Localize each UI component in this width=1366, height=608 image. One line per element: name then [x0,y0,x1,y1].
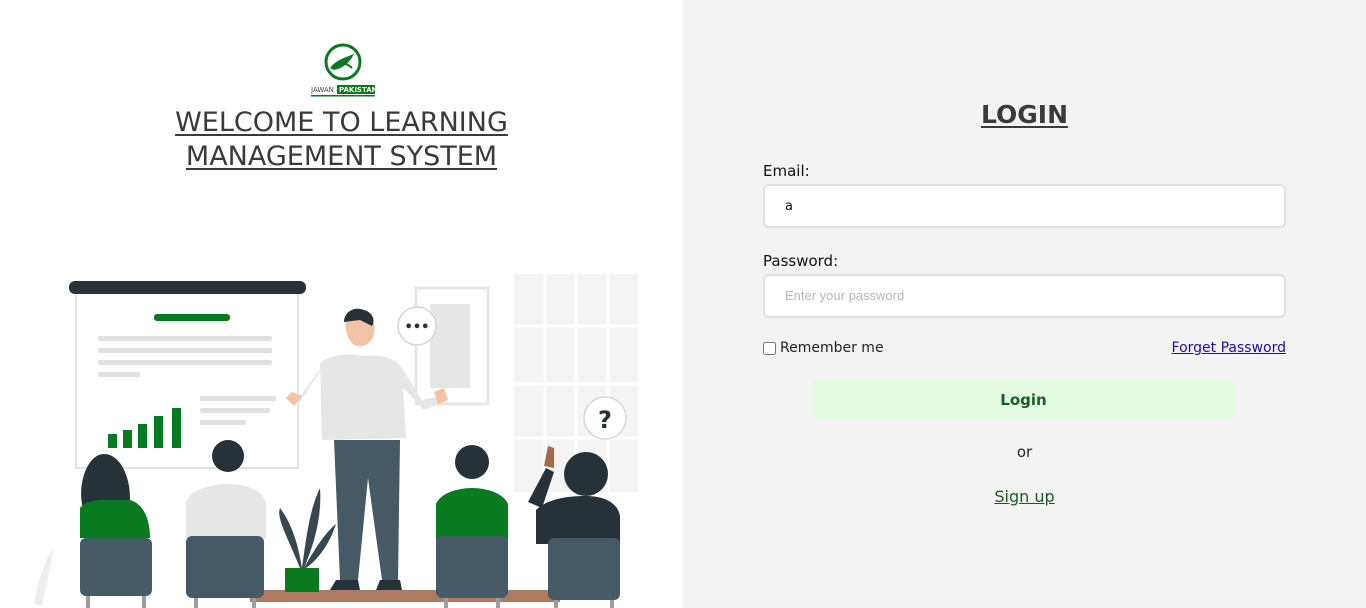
plant [279,488,336,592]
logo-text-right: PAKISTAN [339,86,378,94]
welcome-title: WELCOME TO LEARNING MANAGEMENT SYSTEM [0,106,683,174]
audience-member-3 [436,445,508,608]
login-panel: LOGIN Email: Password: Remember me Forge… [683,0,1366,608]
password-input[interactable] [763,274,1286,318]
login-title: LOGIN [980,100,1069,129]
question-bubble: ? [583,396,627,440]
signup-link-container: Sign up [683,487,1366,506]
welcome-title-line1: WELCOME TO LEARNING [175,107,508,138]
login-button[interactable]: Login [813,380,1234,420]
remember-me: Remember me [763,340,884,356]
remember-me-label[interactable]: Remember me [780,340,884,356]
or-separator: or [1016,443,1033,461]
jawan-pakistan-logo: JAWAN PAKISTAN [308,42,378,98]
decorative-leaf [34,548,54,606]
password-label: Password: [763,252,839,270]
whiteboard [69,281,306,469]
welcome-title-line2: MANAGEMENT SYSTEM [185,141,498,172]
forget-password-link[interactable]: Forget Password [1172,340,1286,356]
svg-text:?: ? [598,406,612,434]
welcome-panel: JAWAN PAKISTAN WELCOME TO LEARNING MANAG… [0,0,683,608]
classroom-illustration: ••• ? [30,268,650,608]
remember-me-checkbox[interactable] [763,341,776,355]
signup-link[interactable]: Sign up [994,487,1054,506]
email-input[interactable] [763,184,1286,228]
speech-bubble: ••• [397,306,437,346]
wall-frame [414,286,490,406]
logo-text-left: JAWAN [310,86,334,94]
svg-text:•••: ••• [405,320,430,335]
audience-member-1 [80,454,152,608]
email-label: Email: [763,162,810,180]
